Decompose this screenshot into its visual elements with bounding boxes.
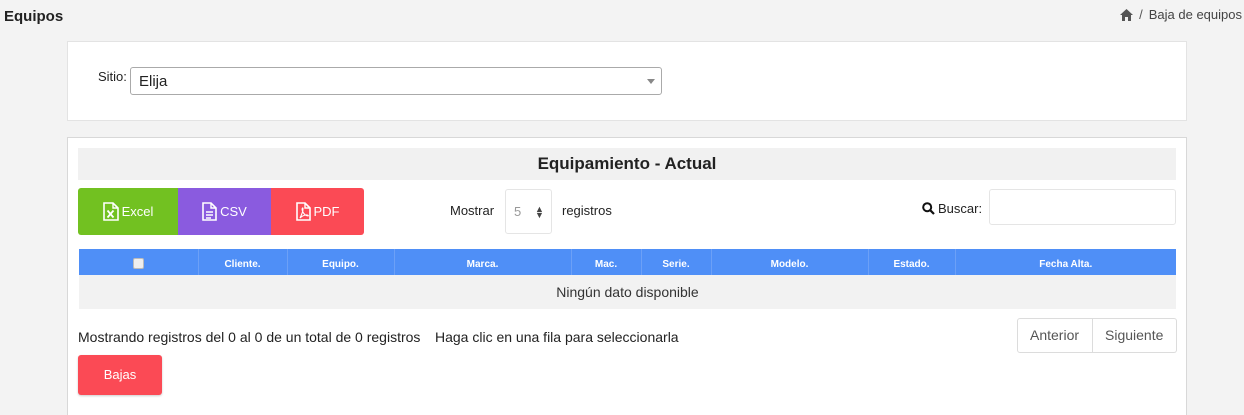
table-info: Mostrando registros del 0 al 0 de un tot…	[78, 329, 421, 345]
pagination: Anterior Siguiente	[1017, 318, 1177, 353]
column-header-marca[interactable]: Marca.	[394, 249, 572, 275]
export-csv-button[interactable]: CSV	[178, 188, 271, 235]
equipment-panel: Equipamiento - Actual Excel CSV PDF Most…	[67, 137, 1187, 415]
panel-title: Equipamiento - Actual	[78, 148, 1176, 180]
table-header-row: Cliente. Equipo. Marca. Mac. Serie. Mode…	[79, 249, 1176, 275]
site-select-value: Elija	[139, 73, 168, 90]
file-excel-icon	[102, 202, 119, 221]
length-prefix-label: Mostrar	[450, 203, 495, 218]
site-filter-card: Sitio: Elija	[67, 41, 1187, 121]
column-header-cliente[interactable]: Cliente.	[198, 249, 288, 275]
export-pdf-button[interactable]: PDF	[271, 188, 364, 235]
export-excel-label: Excel	[121, 204, 154, 219]
export-excel-button[interactable]: Excel	[78, 188, 178, 235]
sort-arrows-icon: ▲ ▼	[535, 204, 544, 220]
file-pdf-icon	[295, 202, 311, 221]
table-empty-row: Ningún dato disponible	[79, 275, 1176, 309]
selection-hint: Haga clic en una fila para seleccionarla	[435, 329, 679, 345]
column-header-serie[interactable]: Serie.	[641, 249, 712, 275]
column-header-equipo[interactable]: Equipo.	[287, 249, 395, 275]
site-label: Sitio:	[98, 69, 127, 84]
search-label: Buscar:	[938, 201, 983, 216]
export-pdf-label: PDF	[313, 204, 340, 219]
page-length-value: 5	[514, 204, 522, 219]
page-title: Equipos	[4, 8, 64, 25]
export-csv-label: CSV	[220, 204, 247, 219]
equipment-table: Cliente. Equipo. Marca. Mac. Serie. Mode…	[79, 249, 1176, 309]
search-input[interactable]	[989, 189, 1176, 225]
file-text-icon	[202, 202, 217, 221]
length-suffix-label: registros	[562, 203, 612, 218]
search-icon	[922, 202, 935, 215]
next-page-button[interactable]: Siguiente	[1093, 318, 1177, 353]
empty-message: Ningún dato disponible	[79, 275, 1176, 309]
breadcrumb-current: Baja de equipos	[1148, 7, 1242, 22]
column-header-fecha-alta[interactable]: Fecha Alta.	[955, 249, 1176, 275]
home-icon[interactable]	[1120, 8, 1134, 21]
breadcrumb: / Baja de equipos	[1120, 7, 1242, 22]
select-all-header[interactable]	[79, 249, 199, 275]
breadcrumb-separator: /	[1139, 7, 1143, 22]
previous-page-button[interactable]: Anterior	[1017, 318, 1093, 353]
column-header-modelo[interactable]: Modelo.	[711, 249, 869, 275]
chevron-down-icon	[647, 79, 655, 84]
search-label-group: Buscar:	[922, 201, 982, 216]
bajas-button[interactable]: Bajas	[78, 355, 162, 395]
column-header-estado[interactable]: Estado.	[868, 249, 956, 275]
site-select[interactable]: Elija	[130, 67, 662, 95]
column-header-mac[interactable]: Mac.	[571, 249, 642, 275]
page-length-select[interactable]: 5 ▲ ▼	[505, 189, 552, 234]
select-all-checkbox[interactable]	[132, 258, 144, 270]
